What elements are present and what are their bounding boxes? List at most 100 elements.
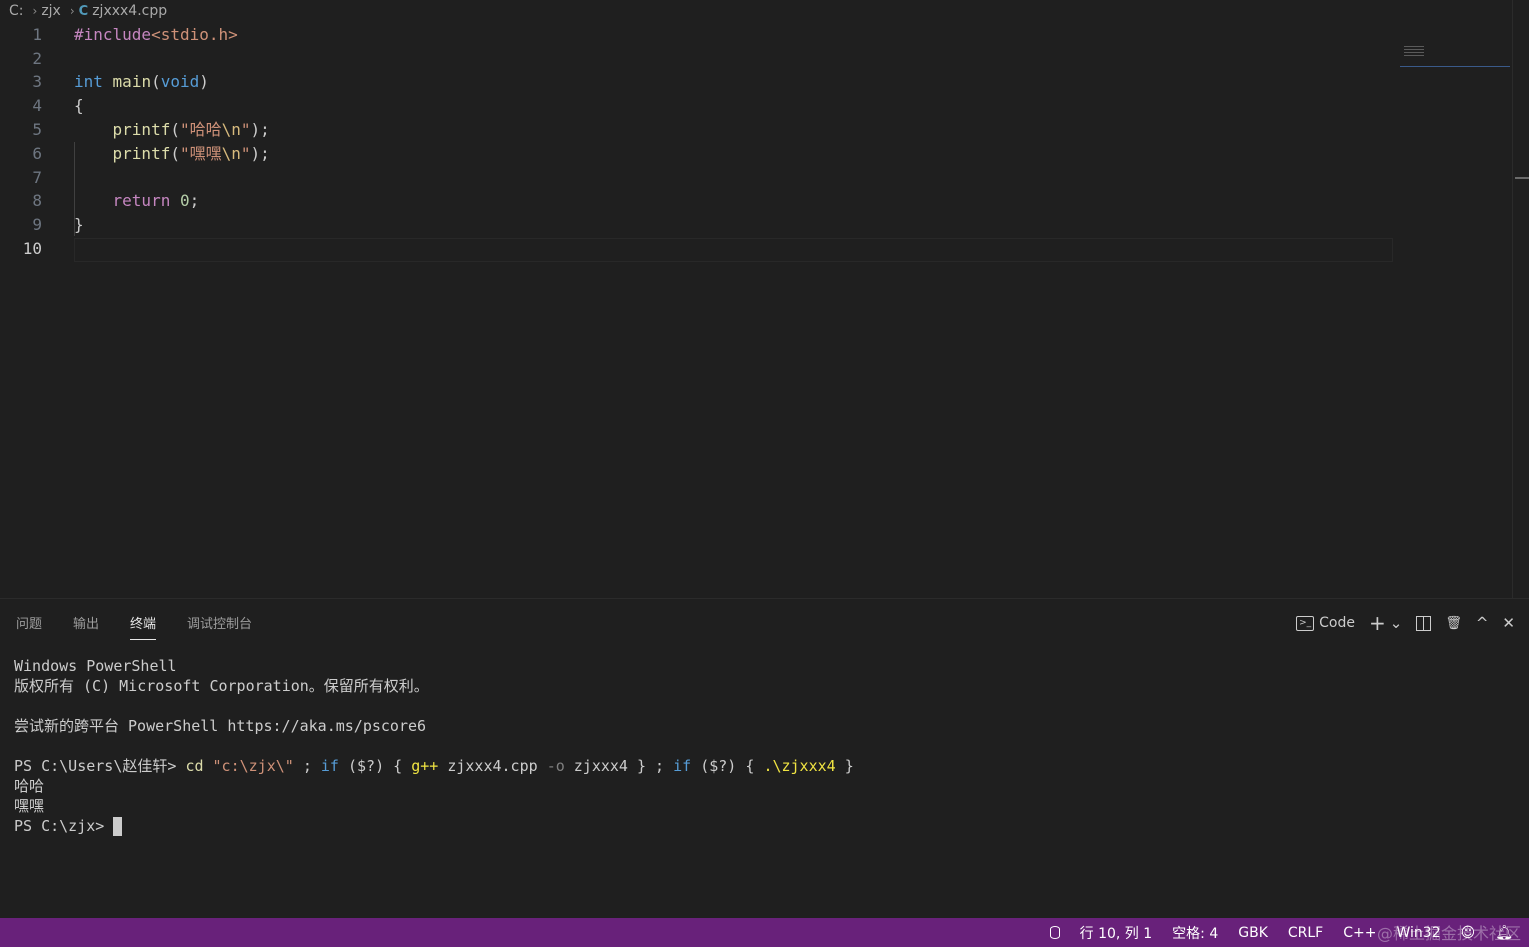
code-token: \n bbox=[221, 144, 241, 163]
terminal-prompt: PS C:\Users\赵佳轩> bbox=[14, 757, 186, 775]
watermark: @稀土掘金技术社区 bbox=[1376, 924, 1521, 943]
terminal-profile-label: Code bbox=[1319, 615, 1355, 631]
new-terminal-plus-icon[interactable]: + bbox=[1369, 611, 1386, 635]
line-number: 7 bbox=[32, 168, 42, 187]
line-number: 8 bbox=[32, 191, 42, 210]
code-token: printf bbox=[112, 144, 171, 163]
chevron-right-icon: › bbox=[69, 4, 75, 18]
indentation[interactable]: 空格: 4 bbox=[1172, 923, 1218, 943]
scrollbar-cursor-marker bbox=[1515, 177, 1529, 179]
line-number: 1 bbox=[32, 25, 42, 44]
code-token: return bbox=[112, 191, 171, 210]
editor-scrollbar[interactable] bbox=[1512, 0, 1529, 598]
code-token: "嘿嘿 bbox=[179, 144, 222, 163]
code-token: \n bbox=[221, 120, 241, 139]
code-line[interactable]: 1 #include<stdio.h> bbox=[0, 23, 1392, 47]
code-token: ) bbox=[199, 72, 209, 91]
terminal-profile-button[interactable]: >_ Code bbox=[1296, 615, 1355, 631]
code-line[interactable]: 4 { bbox=[0, 94, 1392, 118]
close-icon[interactable]: ✕ bbox=[1502, 614, 1515, 632]
maximize-panel-chevron-up-icon[interactable]: ^ bbox=[1476, 614, 1489, 632]
code-token: "哈哈 bbox=[179, 120, 222, 139]
code-token: " bbox=[240, 120, 251, 139]
code-token: main bbox=[112, 72, 152, 91]
tab-problems[interactable]: 问题 bbox=[0, 599, 57, 643]
chevron-down-icon[interactable]: ⌄ bbox=[1390, 614, 1403, 632]
terminal-token: if bbox=[320, 757, 339, 775]
breadcrumb: C: › zjx › C zjxxx4.cpp bbox=[0, 0, 1400, 22]
code-token: } bbox=[74, 215, 84, 234]
cursor-position[interactable]: 行 10, 列 1 bbox=[1080, 923, 1153, 943]
code-token: printf bbox=[112, 120, 171, 139]
terminal-token: g++ bbox=[411, 757, 439, 775]
code-token: ( bbox=[151, 72, 161, 91]
line-number: 3 bbox=[32, 72, 42, 91]
trash-icon[interactable]: 🗑 bbox=[1445, 616, 1462, 631]
code-line[interactable]: 6 printf("嘿嘿\n"); bbox=[0, 142, 1392, 166]
code-line[interactable]: 10 bbox=[0, 237, 1392, 261]
tab-output[interactable]: 输出 bbox=[57, 599, 114, 643]
terminal-token: cd bbox=[185, 757, 204, 775]
language-mode[interactable]: C++ bbox=[1343, 925, 1376, 941]
code-token: void bbox=[160, 72, 200, 91]
code-line[interactable]: 9 } bbox=[0, 213, 1392, 237]
terminal-command-line: PS C:\Users\赵佳轩> cd "c:\zjx\" ; if ($?) … bbox=[14, 756, 1514, 776]
terminal-line: 哈哈 bbox=[14, 777, 45, 795]
terminal-token: ; bbox=[293, 757, 321, 775]
terminal-token: } bbox=[835, 757, 854, 775]
terminal-output[interactable]: Windows PowerShell 版权所有 (C) Microsoft Co… bbox=[14, 656, 1514, 836]
terminal-cursor bbox=[113, 817, 123, 836]
encoding[interactable]: GBK bbox=[1238, 925, 1268, 941]
code-token: #include bbox=[74, 25, 152, 44]
terminal-token: if bbox=[673, 757, 692, 775]
chevron-right-icon: › bbox=[32, 4, 38, 18]
line-number: 5 bbox=[32, 120, 42, 139]
code-token: 0 bbox=[179, 191, 190, 210]
code-line[interactable]: 8 return 0; bbox=[0, 189, 1392, 213]
cpp-file-icon: C bbox=[78, 3, 89, 19]
line-number: 10 bbox=[22, 239, 42, 258]
code-token: <stdio.h> bbox=[151, 25, 238, 44]
line-number: 9 bbox=[32, 215, 42, 234]
minimap[interactable] bbox=[1400, 44, 1510, 67]
terminal-prompt-line: PS C:\zjx> bbox=[14, 816, 1514, 836]
line-number: 2 bbox=[32, 49, 42, 68]
breadcrumb-folder[interactable]: zjx bbox=[41, 3, 61, 19]
line-number: 4 bbox=[32, 96, 42, 115]
bottom-panel: 问题 输出 终端 调试控制台 >_ Code + ⌄ 🗑 ^ ✕ Windows… bbox=[0, 598, 1529, 919]
code-line[interactable]: 3 int main(void) bbox=[0, 70, 1392, 94]
split-terminal-icon[interactable] bbox=[1416, 615, 1432, 631]
database-icon[interactable] bbox=[1049, 926, 1060, 939]
code-token: int bbox=[74, 72, 103, 91]
terminal-token: ($?) { bbox=[338, 757, 412, 775]
code-token: " bbox=[240, 144, 251, 163]
terminal-prompt: PS C:\zjx> bbox=[14, 817, 114, 835]
terminal-line: 嘿嘿 bbox=[14, 797, 45, 815]
terminal-line: 版权所有 (C) Microsoft Corporation。保留所有权利。 bbox=[14, 677, 429, 695]
panel-actions: >_ Code + ⌄ 🗑 ^ ✕ bbox=[1296, 611, 1515, 635]
status-bar: 行 10, 列 1 空格: 4 GBK CRLF C++ Win32 ☺ 🔔︎ … bbox=[0, 918, 1529, 947]
code-line[interactable]: 2 bbox=[0, 47, 1392, 71]
code-line[interactable]: 7 bbox=[0, 166, 1392, 190]
terminal-token: -o bbox=[546, 757, 565, 775]
code-token: { bbox=[74, 96, 84, 115]
terminal-token: ($?) { bbox=[691, 757, 764, 775]
terminal-token: zjxxx4 } ; bbox=[564, 757, 674, 775]
breadcrumb-file[interactable]: zjxxx4.cpp bbox=[92, 3, 167, 19]
tab-terminal[interactable]: 终端 bbox=[114, 599, 171, 643]
code-line[interactable]: 5 printf("哈哈\n"); bbox=[0, 118, 1392, 142]
terminal-icon: >_ bbox=[1296, 615, 1315, 631]
code-editor[interactable]: 1 #include<stdio.h> 2 3 int main(void) 4… bbox=[0, 22, 1512, 598]
line-number: 6 bbox=[32, 144, 42, 163]
terminal-token: "c:\zjx\" bbox=[212, 757, 294, 775]
terminal-line: 尝试新的跨平台 PowerShell https://aka.ms/pscore… bbox=[14, 717, 427, 735]
end-of-line[interactable]: CRLF bbox=[1288, 925, 1323, 941]
panel-tabs: 问题 输出 终端 调试控制台 bbox=[0, 599, 267, 643]
terminal-line: Windows PowerShell bbox=[14, 657, 177, 675]
tab-debug-console[interactable]: 调试控制台 bbox=[171, 599, 267, 643]
breadcrumb-drive[interactable]: C: bbox=[9, 3, 24, 19]
terminal-token: zjxxx4.cpp bbox=[438, 757, 547, 775]
terminal-token: .\zjxxx4 bbox=[763, 757, 836, 775]
